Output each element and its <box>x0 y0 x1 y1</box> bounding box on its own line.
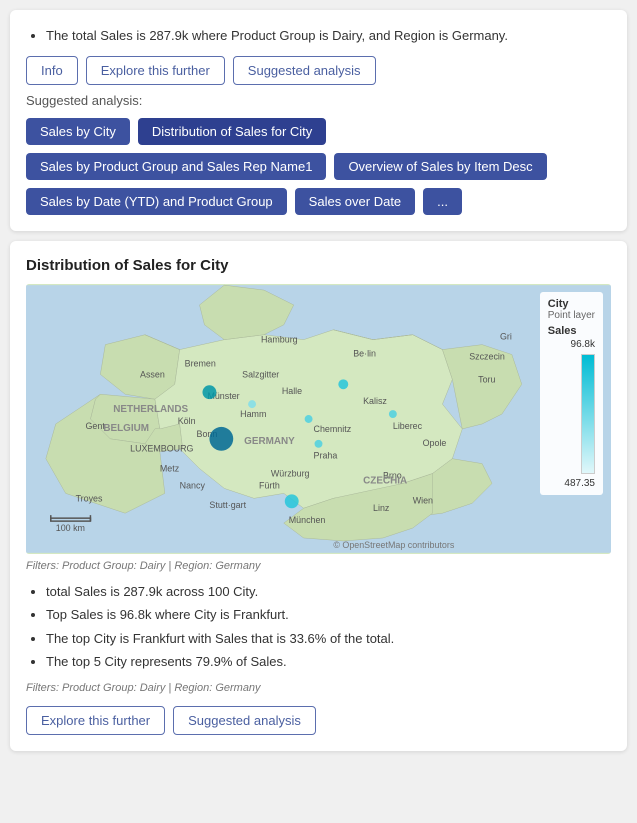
suggestion-buttons: Sales by City Distribution of Sales for … <box>26 118 611 215</box>
top-action-buttons: Info Explore this further Suggested anal… <box>26 56 611 85</box>
frankfurt-dot <box>209 426 233 450</box>
insight-3: The top City is Frankfurt with Sales tha… <box>46 629 611 649</box>
sales-by-date-button[interactable]: Sales by Date (YTD) and Product Group <box>26 188 287 215</box>
berlin-label: Be·lin <box>353 348 376 358</box>
salzgitter-label: Salzgitter <box>242 369 279 379</box>
nancy-label: Nancy <box>180 480 206 490</box>
suggested-label: Suggested analysis: <box>26 93 611 108</box>
metz-label: Metz <box>160 463 180 473</box>
halle-label: Halle <box>282 386 302 396</box>
gent-label: Gent <box>85 420 105 430</box>
overview-sales-button[interactable]: Overview of Sales by Item Desc <box>334 153 546 180</box>
wurzburg-label: Würzburg <box>271 468 310 478</box>
legend-color-bar <box>581 354 595 474</box>
map-container[interactable]: Hamburg Bremen Assen Salzgitter Halle Mü… <box>26 284 611 554</box>
filter-text-bottom: Filters: Product Group: Dairy | Region: … <box>26 682 611 694</box>
sales-by-product-group-button[interactable]: Sales by Product Group and Sales Rep Nam… <box>26 153 326 180</box>
top-panel: The total Sales is 287.9k where Product … <box>10 10 627 231</box>
map-legend: City Point layer Sales 96.8k 487.35 <box>540 292 603 495</box>
belgium-label: BELGIUM <box>103 422 149 433</box>
insights-list: total Sales is 287.9k across 100 City. T… <box>26 582 611 672</box>
legend-bar-container: 96.8k 487.35 <box>548 339 595 489</box>
suggestion-row-1: Sales by City Distribution of Sales for … <box>26 118 611 145</box>
chart-panel: Distribution of Sales for City <box>10 241 627 751</box>
linz-label: Linz <box>373 503 390 513</box>
info-button[interactable]: Info <box>26 56 78 85</box>
suggested-analysis-top-button[interactable]: Suggested analysis <box>233 56 376 85</box>
bremen-label: Bremen <box>185 358 216 368</box>
sales-over-date-button[interactable]: Sales over Date <box>295 188 416 215</box>
koln-label: Köln <box>178 415 196 425</box>
opole-label: Opole <box>423 437 447 447</box>
toru-label: Toru <box>478 374 495 384</box>
liberec-label: Liberec <box>393 420 423 430</box>
kalisz-label: Kalisz <box>363 396 387 406</box>
munchen-dot <box>285 494 299 508</box>
explore-further-button[interactable]: Explore this further <box>86 56 225 85</box>
dusseldorf-dot <box>202 385 216 399</box>
bullet-text: The total Sales is 287.9k where Product … <box>26 26 611 46</box>
gri-label: Gri <box>500 331 512 341</box>
hamm-label: Hamm <box>240 409 266 419</box>
explore-further-bottom-button[interactable]: Explore this further <box>26 706 165 735</box>
distribution-of-sales-button[interactable]: Distribution of Sales for City <box>138 118 326 145</box>
wien-label: Wien <box>413 495 433 505</box>
furth-label: Fürth <box>259 480 280 490</box>
legend-subtitle: Point layer <box>548 310 595 321</box>
insight-4: The top 5 City represents 79.9% of Sales… <box>46 652 611 672</box>
bottom-buttons: Explore this further Suggested analysis <box>26 706 611 735</box>
svg-text:100 km: 100 km <box>56 523 85 533</box>
legend-min: 487.35 <box>564 478 595 489</box>
city-dot-4 <box>248 400 256 408</box>
suggestion-row-3: Sales by Date (YTD) and Product Group Sa… <box>26 188 611 215</box>
legend-max: 96.8k <box>571 339 595 350</box>
stuttgart-label: Stutt·gart <box>209 500 246 510</box>
chart-title: Distribution of Sales for City <box>26 257 611 274</box>
luxembourg-label: LUXEMBOURG <box>130 443 193 453</box>
city-dot-5 <box>315 439 323 447</box>
germany-label: GERMANY <box>244 435 295 446</box>
suggested-analysis-bottom-button[interactable]: Suggested analysis <box>173 706 316 735</box>
hamburg-label: Hamburg <box>261 334 298 344</box>
sales-by-city-button[interactable]: Sales by City <box>26 118 130 145</box>
filter-text-top: Filters: Product Group: Dairy | Region: … <box>26 560 611 572</box>
assen-label: Assen <box>140 369 165 379</box>
czechia-label: CZECHIA <box>363 475 407 486</box>
legend-sales-label: Sales <box>548 325 595 337</box>
szczecin-label: Szczecin <box>469 351 505 361</box>
insight-text: The total Sales is 287.9k where Product … <box>46 26 611 46</box>
munchen-label: München <box>289 515 326 525</box>
suggestion-row-2: Sales by Product Group and Sales Rep Nam… <box>26 153 611 180</box>
insight-1: total Sales is 287.9k across 100 City. <box>46 582 611 602</box>
city-dot-2 <box>389 410 397 418</box>
map-svg: Hamburg Bremen Assen Salzgitter Halle Mü… <box>26 284 611 554</box>
map-attribution: © OpenStreetMap contributors <box>333 539 454 549</box>
city-dot <box>338 379 348 389</box>
more-button[interactable]: ... <box>423 188 462 215</box>
city-dot-3 <box>305 415 313 423</box>
chemnitz-label: Chemnitz <box>314 423 352 433</box>
praha-label: Praha <box>314 450 338 460</box>
troyes-label: Troyes <box>76 493 103 503</box>
insight-2: Top Sales is 96.8k where City is Frankfu… <box>46 605 611 625</box>
legend-title: City <box>548 298 595 310</box>
netherlands-label: NETHERLANDS <box>113 404 188 415</box>
